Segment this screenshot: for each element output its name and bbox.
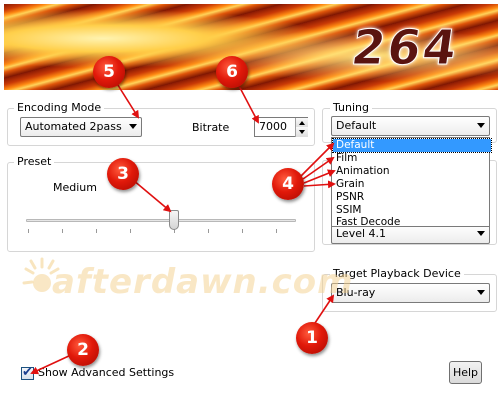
annotation-badge-5: 5: [93, 56, 125, 88]
arrow-4c: [303, 169, 336, 184]
arrow-3: [132, 179, 172, 213]
annotation-badge-2: 2: [67, 334, 99, 366]
arrow-6: [237, 83, 259, 124]
arrow-2: [30, 354, 72, 375]
arrow-1: [312, 294, 335, 327]
arrow-4d: [303, 180, 336, 189]
annotation-badge-6: 6: [216, 56, 248, 88]
arrow-5: [115, 81, 140, 119]
annotation-badge-4: 4: [272, 168, 304, 200]
annotation-badge-1: 1: [296, 322, 328, 354]
arrow-4a: [300, 142, 335, 177]
annotation-badge-3: 3: [107, 158, 139, 190]
